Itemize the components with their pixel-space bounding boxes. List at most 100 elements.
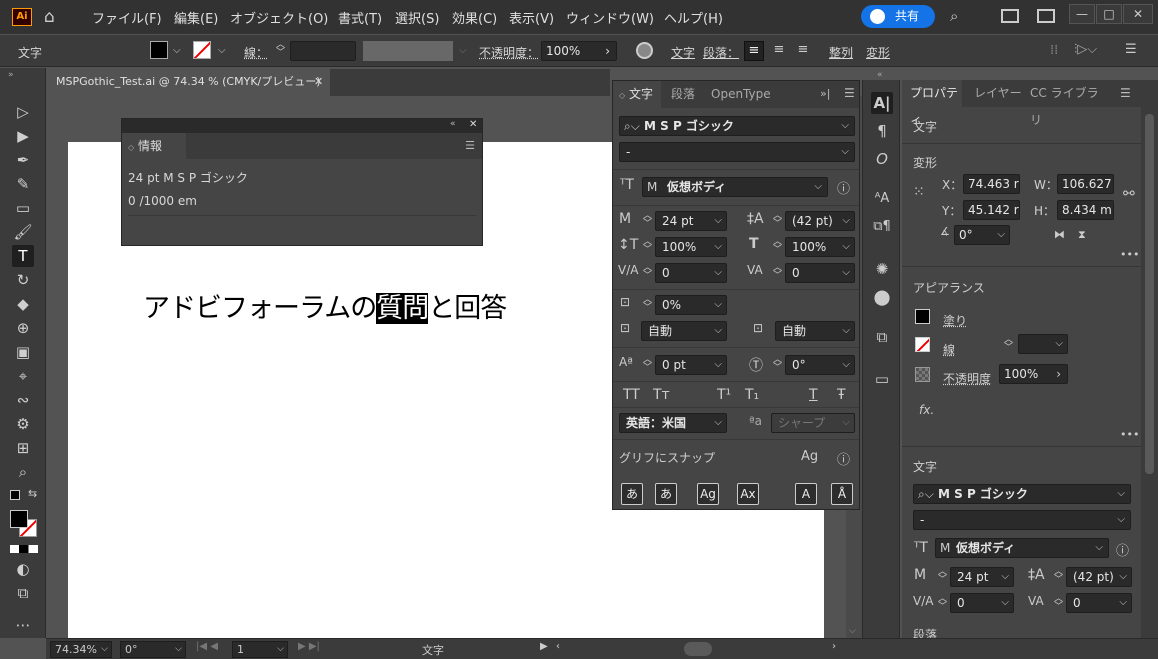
chevron-down-icon[interactable]: ⌵ <box>1117 511 1125 529</box>
draw-mode-icon[interactable]: ◐ <box>12 558 34 580</box>
chevron-down-icon[interactable]: ⌵ <box>814 178 822 196</box>
chevron-down-icon[interactable]: ⌵ <box>218 45 226 56</box>
align-center-icon[interactable]: ≡ <box>769 41 789 61</box>
more-tools-icon[interactable]: ⋯ <box>12 614 34 636</box>
artboard-tool-icon[interactable]: ⊞ <box>12 437 34 459</box>
close-window-button[interactable]: ✕ <box>1123 4 1153 24</box>
maximize-button[interactable]: □ <box>1096 4 1122 24</box>
size-spinner[interactable]: ︿ ﹀ <box>643 212 652 229</box>
baseline-field[interactable]: M 仮想ボディ ⌵ <box>642 177 828 197</box>
paragraph-styles-icon[interactable]: ⧉¶ <box>871 216 893 238</box>
font-size-field[interactable]: 24 pt ⌵ <box>950 567 1014 587</box>
fill-color-swatch[interactable] <box>10 510 28 528</box>
recolor-artwork-icon[interactable] <box>636 42 653 59</box>
info-tab[interactable]: ◇ 情報 <box>122 133 186 159</box>
tracking-spinner[interactable]: ︿ ﹀ <box>773 264 782 281</box>
align-link[interactable]: 整列 <box>829 44 853 61</box>
transform-link[interactable]: 変形 <box>866 44 890 61</box>
pathfinder-panel-icon[interactable]: ⧉ <box>871 326 893 348</box>
menu-select[interactable]: 選択(S) <box>395 8 439 27</box>
workspace-icon[interactable] <box>1001 9 1019 23</box>
font-style-field[interactable]: - ⌵ <box>913 510 1131 530</box>
language-field[interactable]: 英語：米国 ⌵ <box>619 413 727 433</box>
opacity-field[interactable]: 100% › <box>999 364 1068 384</box>
reference-point-icon[interactable]: ⁙ <box>913 184 925 200</box>
flip-vertical-icon[interactable]: ⧗ <box>1078 228 1086 242</box>
aki-after-field[interactable]: 自動 ⌵ <box>775 321 855 341</box>
menu-file[interactable]: ファイル(F) <box>92 8 162 27</box>
snap-baseline-button[interactable]: あ <box>621 483 643 505</box>
character-rotation-field[interactable]: 0° ⌵ <box>785 355 855 375</box>
eyedropper-tool-icon[interactable]: ⌖ <box>12 365 34 387</box>
direct-selection-tool-icon[interactable]: ▶ <box>12 125 34 147</box>
color-mode-icons[interactable] <box>10 545 38 553</box>
next-artboard-icon[interactable]: ▶ ▶| <box>298 641 320 652</box>
panel-header[interactable]: « ✕ <box>122 119 482 133</box>
chevron-right-icon[interactable]: › <box>605 42 610 60</box>
arrange-documents-icon[interactable] <box>1037 9 1055 23</box>
rectangle-tool-icon[interactable]: ▭ <box>12 197 34 219</box>
gradient-tool-icon[interactable]: ▣ <box>12 341 34 363</box>
opentype-panel-icon[interactable]: O <box>871 148 893 170</box>
tsume-field[interactable]: 0% ⌵ <box>655 295 727 315</box>
chevron-down-icon[interactable]: ⌵ <box>1095 539 1103 557</box>
aki-before-field[interactable]: 自動 ⌵ <box>641 321 727 341</box>
y-field[interactable]: 45.142 r <box>963 200 1020 220</box>
rotate-view-field[interactable]: 0° ⌵ <box>120 641 186 658</box>
size-spinner[interactable]: ︿ ﹀ <box>938 568 947 585</box>
rotate-tool-icon[interactable]: ↻ <box>12 269 34 291</box>
character-styles-icon[interactable]: ᴬA <box>871 188 893 210</box>
info-icon[interactable]: ⓘ <box>1116 540 1129 559</box>
chevron-down-icon[interactable]: ⌵ <box>459 45 467 56</box>
tracking-field[interactable]: 0 ⌵ <box>1066 593 1132 613</box>
variable-width-profile[interactable] <box>363 41 453 61</box>
align-left-icon[interactable]: ≡ <box>744 41 764 61</box>
close-panel-icon[interactable]: ✕ <box>469 119 477 130</box>
tsume-spinner[interactable]: ︿ ﹀ <box>643 296 652 313</box>
tab-layers[interactable]: レイヤー <box>966 80 1028 107</box>
superscript-button[interactable]: T¹ <box>717 387 731 403</box>
paragraph-link[interactable]: 段落： <box>703 44 739 61</box>
paragraph-panel-icon[interactable]: ¶ <box>871 120 893 142</box>
menu-window[interactable]: ウィンドウ(W) <box>566 8 654 27</box>
status-menu-icon[interactable]: ▶ <box>540 641 548 652</box>
collapse-icon[interactable]: « <box>877 70 883 80</box>
search-icon[interactable]: ⌕ <box>950 7 968 25</box>
font-style-field[interactable]: - ⌵ <box>619 142 855 162</box>
panel-menu-icon[interactable]: ☰ <box>1125 42 1137 57</box>
chevron-down-icon[interactable]: ⌵ <box>841 117 849 135</box>
selection-tool-icon[interactable]: ▷ <box>12 101 34 123</box>
zoom-field[interactable]: 74.34% ⌵ <box>50 641 112 658</box>
tab-properties[interactable]: プロパティ <box>902 80 962 127</box>
menu-view[interactable]: 表示(V) <box>509 8 554 27</box>
chevron-down-icon[interactable]: ⌵ <box>841 143 849 161</box>
all-caps-button[interactable]: TT <box>623 387 640 403</box>
opacity-field[interactable]: 100% › <box>541 41 617 61</box>
artboard-text[interactable]: アドビフォーラムの質問と回答 <box>143 286 507 325</box>
font-size-field[interactable]: 24 pt ⌵ <box>655 211 727 231</box>
symbol-sprayer-tool-icon[interactable]: ⚙ <box>12 413 34 435</box>
panel-menu-icon[interactable]: ☰ <box>844 86 855 100</box>
menu-object[interactable]: オブジェクト(O) <box>230 8 328 27</box>
curvature-tool-icon[interactable]: ✎ <box>12 173 34 195</box>
isolate-icon[interactable]: ⫶▷⌵ <box>1074 42 1097 57</box>
kerning-field[interactable]: 0 ⌵ <box>950 593 1014 613</box>
baseline-shift-field[interactable]: 0 pt ⌵ <box>655 355 727 375</box>
link-icon[interactable]: ⚯ <box>1123 186 1135 202</box>
small-caps-button[interactable]: Tт <box>653 387 670 403</box>
collapse-panel-icon[interactable]: « <box>450 119 456 129</box>
chevron-down-icon[interactable]: ⌵ <box>1117 485 1125 503</box>
leading-spinner[interactable]: ︿ ﹀ <box>773 212 782 229</box>
properties-scrollbar[interactable] <box>1141 80 1158 638</box>
stroke-spinner[interactable]: ︿ ﹀ <box>1004 336 1013 353</box>
comments-panel-icon[interactable]: ▭ <box>871 368 893 390</box>
stroke-spinner[interactable]: ︿ ﹀ <box>276 41 285 58</box>
default-colors-icon[interactable] <box>10 490 20 500</box>
blend-tool-icon[interactable]: ∾ <box>12 389 34 411</box>
menu-edit[interactable]: 編集(E) <box>174 8 218 27</box>
appearance-panel-icon[interactable]: ✺ <box>871 258 893 280</box>
minimize-button[interactable]: — <box>1069 4 1095 24</box>
horizontal-scale-field[interactable]: 100% ⌵ <box>785 237 855 257</box>
collapse-icon[interactable]: »| <box>820 87 830 100</box>
tracking-spinner[interactable]: ︿ ﹀ <box>1054 595 1063 612</box>
